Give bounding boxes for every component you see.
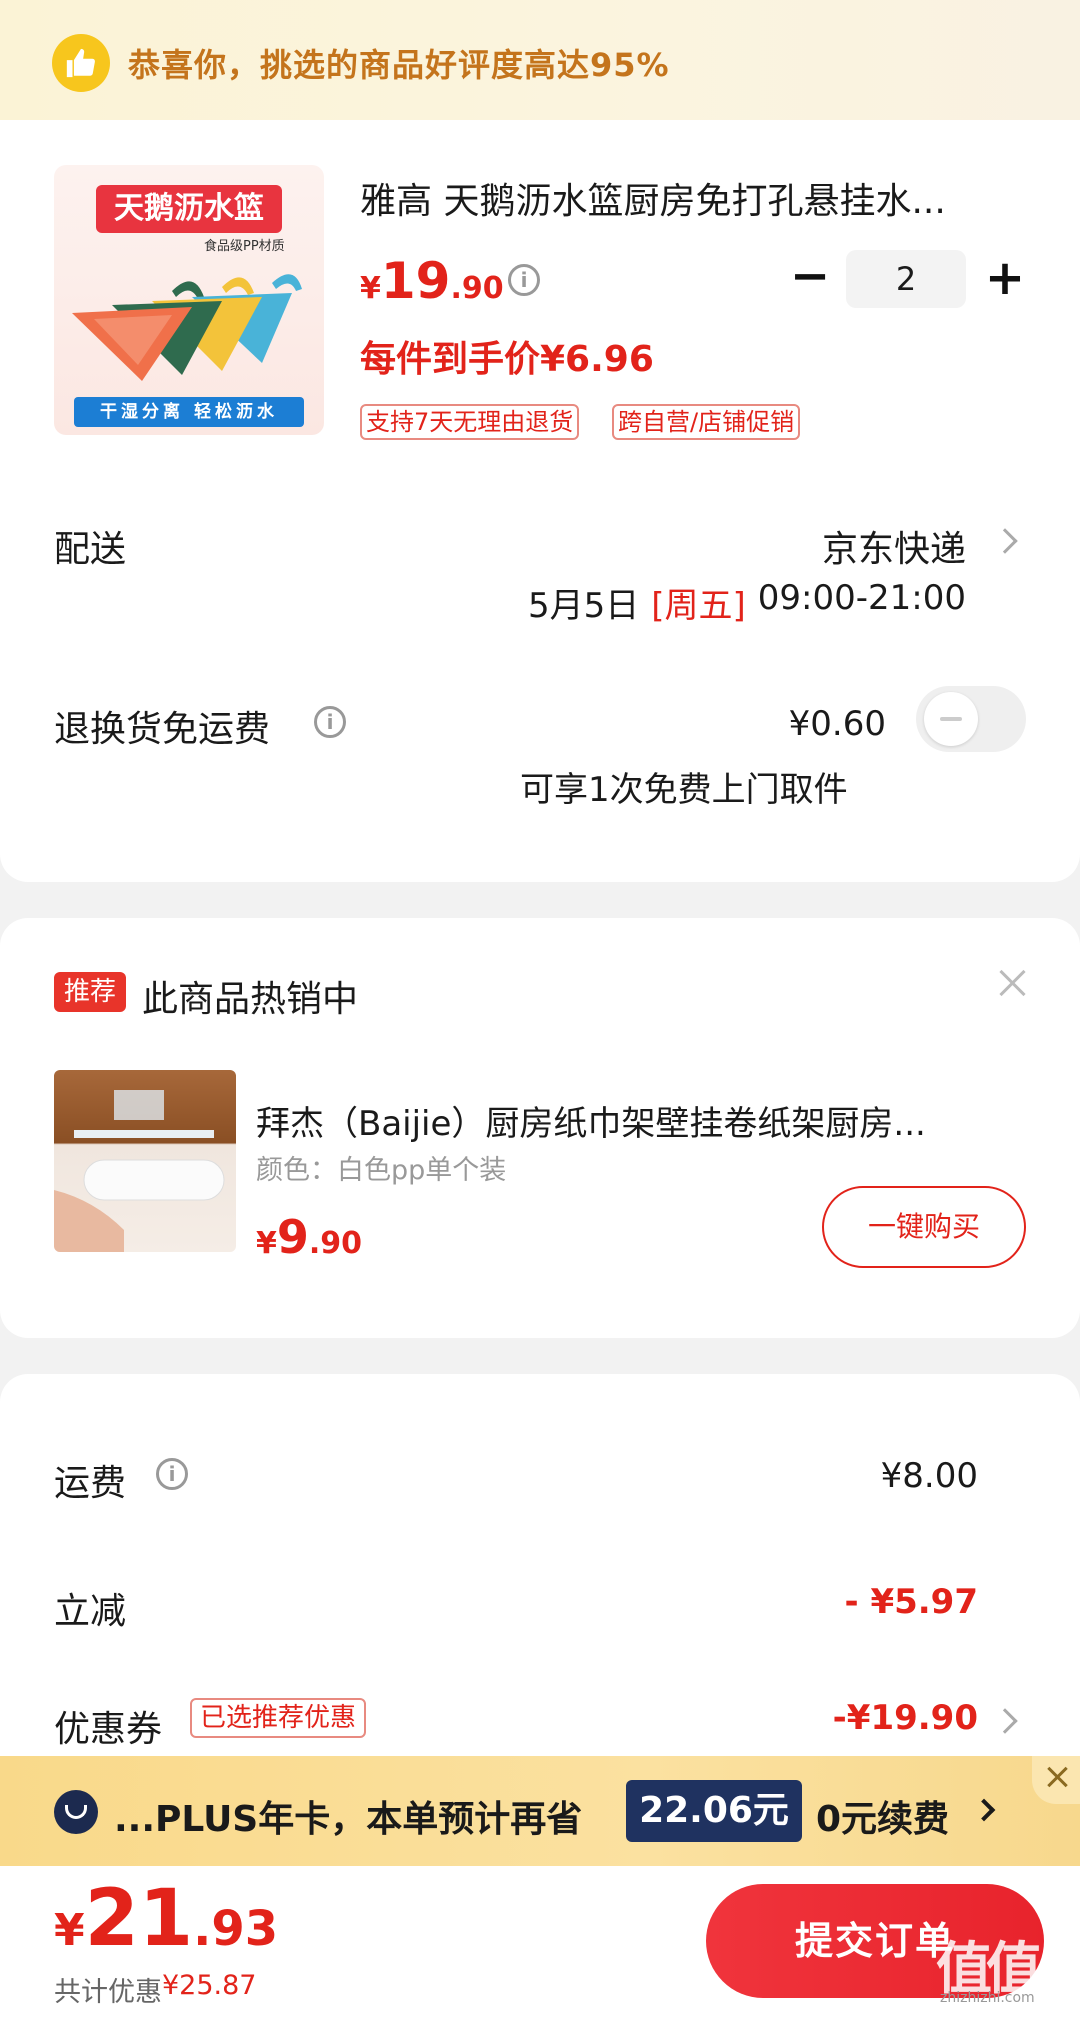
- image-subtitle: 食品级PP材质: [204, 239, 285, 254]
- banner-text: 恭喜你，挑选的商品好评度高达95%: [128, 46, 670, 84]
- image-title: 天鹅沥水篮: [96, 185, 282, 233]
- recommend-item-name[interactable]: 拜杰（Baijie）厨房纸巾架壁挂卷纸架厨房...: [256, 1096, 1026, 1145]
- saved-label: 共计优惠: [54, 1977, 162, 2008]
- plus-savings-amount: 22.06元: [626, 1780, 802, 1842]
- freight-label: 运费: [54, 1463, 127, 1504]
- coupon-label: 优惠券: [54, 1709, 163, 1750]
- paper-towel-holder-illustration: [54, 1090, 225, 1252]
- quantity-plus-button[interactable]: +: [984, 252, 1026, 306]
- saved-amount: ¥25.87: [162, 1970, 257, 2001]
- coupon-tag: 已选推荐优惠: [190, 1698, 367, 1738]
- price-integer: 19: [380, 252, 451, 310]
- quantity-input[interactable]: 2: [846, 250, 966, 308]
- price-integer: 9: [276, 1210, 309, 1264]
- product-price: ¥ 19 .90: [360, 252, 504, 310]
- total-currency: ¥: [54, 1905, 85, 1956]
- plus-logo-icon: [54, 1790, 98, 1834]
- recommend-item-price: ¥ 9 .90: [256, 1210, 362, 1264]
- plus-renew-text[interactable]: 0元续费: [816, 1790, 949, 1842]
- discount-label: 立减: [54, 1591, 127, 1632]
- total-decimal: .93: [193, 1901, 279, 1957]
- info-icon[interactable]: i: [156, 1458, 188, 1490]
- shipping-time[interactable]: 5月5日 [周五] 09:00-21:00: [528, 578, 966, 627]
- total-price: ¥ 21 .93: [54, 1874, 278, 1964]
- close-icon[interactable]: [996, 966, 1030, 1000]
- drain-basket-illustration: [72, 274, 302, 381]
- recommend-item-spec: 颜色：白色pp单个装: [256, 1155, 507, 1186]
- thumbs-up-icon: [52, 34, 110, 92]
- close-icon[interactable]: [1032, 1756, 1080, 1804]
- discount-value: - ¥5.97: [844, 1582, 979, 1622]
- return-policy-tag: 支持7天无理由退货: [360, 404, 580, 440]
- product-title[interactable]: 雅高 天鹅沥水篮厨房免打孔悬挂水...: [360, 172, 1000, 224]
- price-decimal: .90: [450, 271, 504, 306]
- shipping-weekday: [周五]: [651, 586, 746, 626]
- total-saved: 共计优惠 ¥25.87: [54, 1970, 256, 2009]
- recommend-title: 此商品热销中: [142, 979, 359, 1020]
- coupon-value[interactable]: -¥19.90: [833, 1698, 978, 1738]
- product-image[interactable]: 天鹅沥水篮 食品级PP材质 干湿分离 轻松沥水: [54, 165, 324, 435]
- info-icon[interactable]: i: [314, 706, 346, 738]
- quantity-minus-button[interactable]: −: [790, 252, 830, 304]
- unit-price: 每件到手价¥6.96: [360, 339, 654, 380]
- shipping-date: 5月5日: [527, 586, 640, 626]
- recommend-badge: 推荐: [54, 972, 126, 1012]
- shipping-label: 配送: [54, 529, 127, 570]
- toggle-knob[interactable]: [924, 692, 978, 746]
- return-insurance-price: ¥0.60: [788, 704, 886, 744]
- price-currency: ¥: [360, 271, 381, 306]
- info-icon[interactable]: i: [508, 264, 540, 296]
- watermark-url: zhizhizhi.com: [940, 1990, 1035, 2006]
- freight-value: ¥8.00: [880, 1456, 978, 1496]
- return-insurance-desc: 可享1次免费上门取件: [520, 770, 848, 810]
- price-currency: ¥: [256, 1226, 277, 1261]
- return-insurance-label: 退换货免运费: [54, 709, 271, 750]
- recommend-product-image[interactable]: [54, 1070, 236, 1252]
- one-click-buy-button[interactable]: 一键购买: [822, 1186, 1026, 1268]
- total-integer: 21: [84, 1874, 194, 1964]
- price-decimal: .90: [308, 1226, 363, 1261]
- shipping-window: 09:00-21:00: [757, 578, 966, 618]
- promotion-tag: 跨自营/店铺促销: [612, 404, 801, 440]
- plus-text: ...PLUS年卡，本单预计再省: [114, 1799, 583, 1840]
- shipping-carrier[interactable]: 京东快递: [822, 520, 966, 572]
- image-bottom-text: 干湿分离 轻松沥水: [74, 397, 304, 427]
